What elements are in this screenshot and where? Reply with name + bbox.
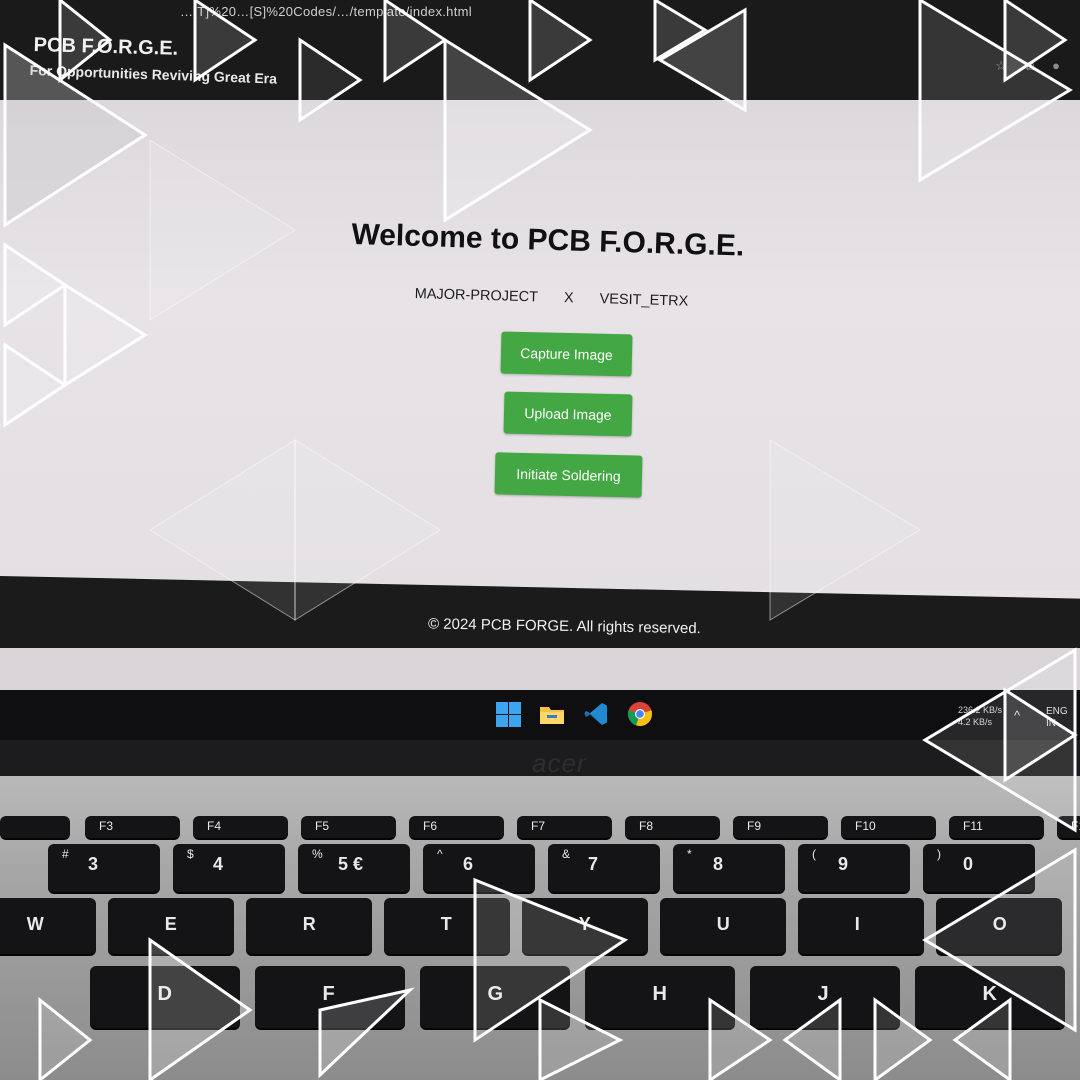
key-7[interactable]: & 7 [548,844,660,892]
chrome-icon[interactable] [626,700,654,728]
browser-toolbar-icons: ☆ ⧉ ● [995,58,1060,74]
initiate-soldering-button[interactable]: Initiate Soldering [494,452,643,498]
star-icon[interactable]: ☆ [995,58,1007,74]
key-t[interactable]: T [384,898,510,954]
chevron-up-icon[interactable]: ^ [1014,708,1020,723]
keyboard-deck: F3 F4 F5 F6 F7 F8 F9 F10 F11 F12 #3 $4 %5 € ^6&7 *8 (9)… [0,776,1080,1080]
network-speed: 236.2 KB/s 4.2 KB/s [958,704,1002,728]
key-f9[interactable]: F9 [733,816,828,838]
project-label: MAJOR-PROJECT [414,286,539,306]
key-u[interactable]: U [660,898,786,954]
key-f3[interactable]: F3 [85,816,180,838]
key-d[interactable]: D [90,966,240,1028]
key-f5[interactable]: F5 [301,816,396,838]
collaboration-line: MAJOR-PROJECT X VESIT_ETRX [415,286,689,310]
collab-separator: X [563,290,574,307]
capture-image-button[interactable]: Capture Image [500,331,633,377]
dept-label: VESIT_ETRX [599,291,689,310]
upload-speed: 4.2 KB/s [958,717,993,727]
extensions-icon[interactable]: ⧉ [1025,58,1034,74]
key-6[interactable]: ^ 6 [423,844,535,892]
address-bar[interactable]: …[T]%20…[S]%20Codes/…/template/index.htm… [180,4,472,19]
profile-icon[interactable]: ● [1052,58,1060,74]
main-page: Welcome to PCB F.O.R.G.E. MAJOR-PROJECT … [0,100,1080,590]
download-speed: 236.2 KB/s [958,705,1003,715]
laptop-screen: …[T]%20…[S]%20Codes/…/template/index.htm… [0,0,1080,690]
key-f11[interactable]: F11 [949,816,1044,838]
site-title: PCB F.O.R.G.E. [33,34,179,60]
key-f10[interactable]: F10 [841,816,936,838]
key-3[interactable]: #3 [48,844,160,892]
key-y[interactable]: Y [522,898,648,954]
key-h[interactable]: H [585,966,735,1028]
photo-stage: …[T]%20…[S]%20Codes/…/template/index.htm… [0,0,1080,1080]
key-9[interactable]: (9 [798,844,910,892]
site-tagline: For Opportunities Reviving Great Era [29,62,278,87]
key-f6[interactable]: F6 [409,816,504,838]
welcome-heading: Welcome to PCB F.O.R.G.E. [351,218,745,263]
key-i[interactable]: I [798,898,924,954]
key-8[interactable]: * 8 [673,844,785,892]
key-5[interactable]: % 5 € [298,844,410,892]
vscode-icon[interactable] [582,700,610,728]
file-explorer-icon[interactable] [538,700,566,728]
upload-image-button[interactable]: Upload Image [503,391,633,437]
key-f8[interactable]: F8 [625,816,720,838]
key-f7[interactable]: F7 [517,816,612,838]
key-o[interactable]: O [936,898,1062,954]
key-f[interactable]: F [255,966,405,1028]
language-indicator[interactable]: ENG IN [1046,706,1080,730]
key-g[interactable]: G [420,966,570,1028]
key-0[interactable]: ) 0 [923,844,1035,892]
key-r[interactable]: R [246,898,372,954]
windows-start-icon[interactable] [494,700,522,728]
copyright-text: © 2024 PCB FORGE. All rights reserved. [427,615,701,638]
key-e[interactable]: E [108,898,234,954]
site-header: …[T]%20…[S]%20Codes/…/template/index.htm… [0,0,1080,100]
key-k[interactable]: K [915,966,1065,1028]
taskbar [0,690,1080,740]
key-f4[interactable]: F4 [193,816,288,838]
key-j[interactable]: J [750,966,900,1028]
page-bottom-area [0,648,1080,690]
key-4[interactable]: $4 [173,844,285,892]
key-f2[interactable] [0,816,70,838]
acer-logo: acer [532,748,587,778]
key-f12[interactable]: F12 [1057,816,1080,838]
key-w[interactable]: W [0,898,96,954]
